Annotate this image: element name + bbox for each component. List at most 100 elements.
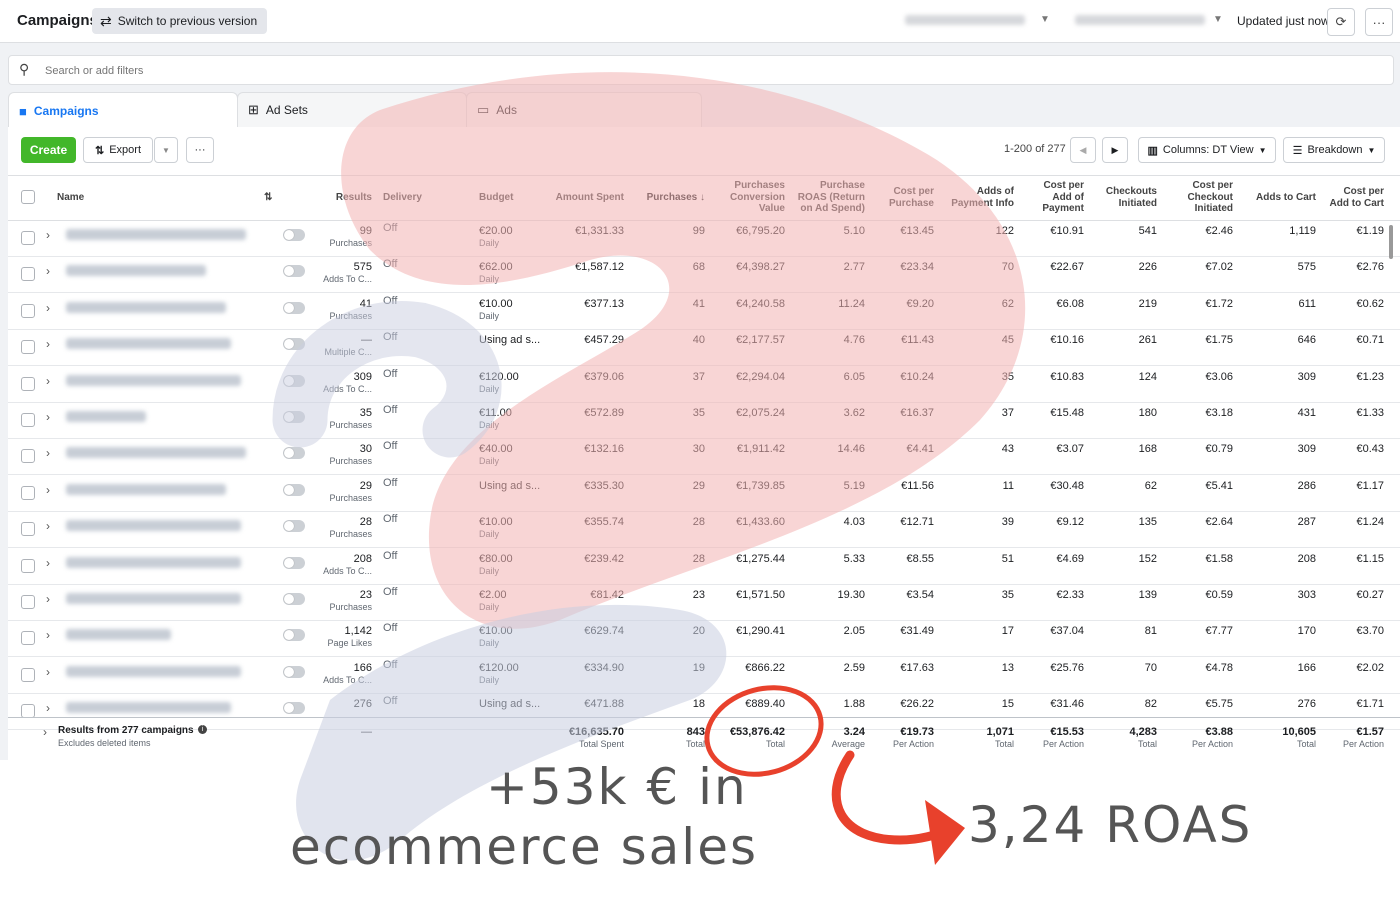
row-checkbox[interactable] (21, 558, 35, 573)
campaign-toggle[interactable] (283, 338, 305, 351)
table-row[interactable]: › 309 Adds To C... Off €120.00 Daily €379.06 37… (8, 366, 1400, 403)
col-budget[interactable]: Budget (479, 192, 513, 204)
row-checkbox[interactable] (21, 376, 35, 391)
account-selector[interactable] (905, 15, 1025, 25)
tab-ad-sets[interactable]: ⊞ Ad Sets (237, 92, 467, 127)
row-checkbox[interactable] (21, 231, 35, 245)
table-row[interactable]: › 28 Purchases Off €10.00 Daily €355.74 28 €1,43… (8, 511, 1400, 549)
chevron-right-icon[interactable]: › (46, 519, 50, 533)
refresh-button[interactable]: ⟳ (1327, 8, 1355, 36)
campaign-name[interactable] (66, 374, 241, 386)
campaign-name[interactable] (66, 229, 246, 240)
campaign-name[interactable] (66, 483, 226, 495)
chevron-right-icon[interactable]: › (46, 556, 50, 570)
chevron-right-icon[interactable]: › (46, 446, 50, 460)
chevron-right-icon[interactable]: › (43, 725, 47, 739)
col-cost-per-add-payment[interactable]: Cost per Add of Payment (1033, 180, 1084, 215)
table-row[interactable]: › 35 Purchases Off €11.00 Daily €572.89 35 €2,07… (8, 402, 1400, 439)
row-checkbox[interactable] (21, 303, 35, 318)
table-row[interactable]: › 23 Purchases Off €2.00 Daily €81.42 23 €1,571.… (8, 584, 1400, 621)
chevron-right-icon[interactable]: › (46, 301, 50, 315)
export-dropdown-button[interactable]: ▼ (154, 137, 178, 163)
col-cost-per-purchase[interactable]: Cost per Purchase (878, 186, 934, 209)
campaign-name[interactable] (66, 520, 241, 532)
row-checkbox[interactable] (21, 485, 35, 500)
table-row[interactable]: › 30 Purchases Off €40.00 Daily €132.16 30 €1,91… (8, 438, 1400, 476)
table-row[interactable]: › 208 Adds To C... Off €80.00 Daily €239.42 28 €… (8, 548, 1400, 585)
row-checkbox[interactable] (21, 449, 35, 464)
switch-version-button[interactable]: ⇄ Switch to previous version (92, 8, 268, 34)
more-actions-button[interactable]: ··· (186, 137, 214, 163)
campaign-toggle[interactable] (283, 411, 305, 423)
chevron-right-icon[interactable]: › (46, 592, 50, 606)
row-checkbox[interactable] (21, 413, 35, 427)
col-checkouts-initiated[interactable]: Checkouts Initiated (1100, 186, 1157, 209)
next-page-button[interactable]: ▶ (1102, 137, 1128, 163)
scrollbar[interactable] (1389, 225, 1393, 259)
row-checkbox[interactable] (21, 595, 35, 609)
breakdown-button[interactable]: ☰ Breakdown ▼ (1283, 137, 1385, 163)
campaign-toggle[interactable] (283, 629, 305, 642)
row-checkbox[interactable] (21, 340, 35, 355)
chevron-right-icon[interactable]: › (46, 264, 50, 278)
col-results[interactable]: Results (320, 192, 372, 204)
campaign-name[interactable] (66, 338, 231, 350)
col-adds-payment-info[interactable]: Adds of Payment Info (944, 186, 1014, 209)
chevron-right-icon[interactable]: › (46, 410, 50, 424)
campaign-name[interactable] (66, 556, 241, 568)
campaign-toggle[interactable] (283, 556, 305, 569)
more-options-button[interactable]: ··· (1365, 8, 1393, 36)
campaign-name[interactable] (66, 702, 231, 714)
row-checkbox[interactable] (21, 631, 35, 646)
col-adds-to-cart[interactable]: Adds to Cart (1246, 192, 1316, 204)
table-row[interactable]: › 41 Purchases Off €10.00 Daily €377.13 41 €4,24… (8, 293, 1400, 330)
chevron-right-icon[interactable]: › (46, 628, 50, 642)
chevron-right-icon[interactable]: › (46, 337, 50, 351)
campaign-toggle[interactable] (283, 520, 305, 533)
tab-campaigns[interactable]: ■ Campaigns (8, 92, 238, 129)
select-all-checkbox[interactable] (21, 190, 35, 204)
chevron-right-icon[interactable]: › (46, 374, 50, 388)
col-cost-per-add-to-cart[interactable]: Cost per Add to Cart (1324, 186, 1384, 209)
campaign-toggle[interactable] (283, 374, 305, 387)
campaign-toggle[interactable] (283, 483, 305, 496)
col-delivery[interactable]: Delivery (383, 192, 422, 204)
row-checkbox[interactable] (21, 522, 35, 537)
table-row[interactable]: › 166 Adds To C... Off €120.00 Daily €334.90 19… (8, 657, 1400, 694)
campaign-name[interactable] (66, 411, 146, 422)
campaign-toggle[interactable] (283, 447, 305, 460)
chevron-right-icon[interactable]: › (46, 665, 50, 679)
prev-page-button[interactable]: ◀ (1070, 137, 1096, 163)
table-row[interactable]: › — Multiple C... Off Using ad s... €457.29 40… (8, 329, 1400, 367)
chevron-right-icon[interactable]: › (46, 701, 50, 715)
col-purchase-roas[interactable]: Purchase ROAS (Return on Ad Spend) (792, 180, 865, 215)
columns-button[interactable]: ▥ Columns: DT View ▼ (1138, 137, 1276, 163)
row-checkbox[interactable] (21, 667, 35, 682)
campaign-name[interactable] (66, 265, 206, 277)
export-button[interactable]: ⇅ Export (83, 137, 153, 163)
create-button[interactable]: Create (21, 137, 76, 163)
tab-ads[interactable]: ▭ Ads (466, 92, 702, 127)
row-checkbox[interactable] (21, 267, 35, 282)
table-row[interactable]: › 99 Purchases Off €20.00 Daily €1,331.33 99 €6,… (8, 220, 1400, 257)
campaign-name[interactable] (66, 301, 226, 313)
col-cost-per-checkout[interactable]: Cost per Checkout Initiated (1176, 180, 1233, 215)
sort-icon[interactable]: ⇅ (264, 192, 272, 204)
col-amount-spent[interactable]: Amount Spent (538, 192, 624, 204)
campaign-toggle[interactable] (283, 702, 305, 715)
col-name[interactable]: Name (57, 192, 84, 204)
table-row[interactable]: › 1,142 Page Likes Off €10.00 Daily €629.74 20 €… (8, 620, 1400, 658)
campaign-toggle[interactable] (283, 265, 305, 278)
table-row[interactable]: › 29 Purchases Off Using ad s... €335.30 29 €1,… (8, 475, 1400, 512)
campaign-name[interactable] (66, 629, 171, 641)
table-row[interactable]: › 575 Adds To C... Off €62.00 Daily €1,587.12 6… (8, 256, 1400, 294)
campaign-toggle[interactable] (283, 593, 305, 605)
campaign-toggle[interactable] (283, 301, 305, 314)
campaign-name[interactable] (66, 593, 241, 604)
chevron-right-icon[interactable]: › (46, 483, 50, 497)
campaign-toggle[interactable] (283, 229, 305, 241)
campaign-toggle[interactable] (283, 665, 305, 678)
col-purchases[interactable]: Purchases ↓ (628, 192, 705, 204)
campaign-name[interactable] (66, 665, 241, 677)
chevron-right-icon[interactable]: › (46, 228, 50, 242)
